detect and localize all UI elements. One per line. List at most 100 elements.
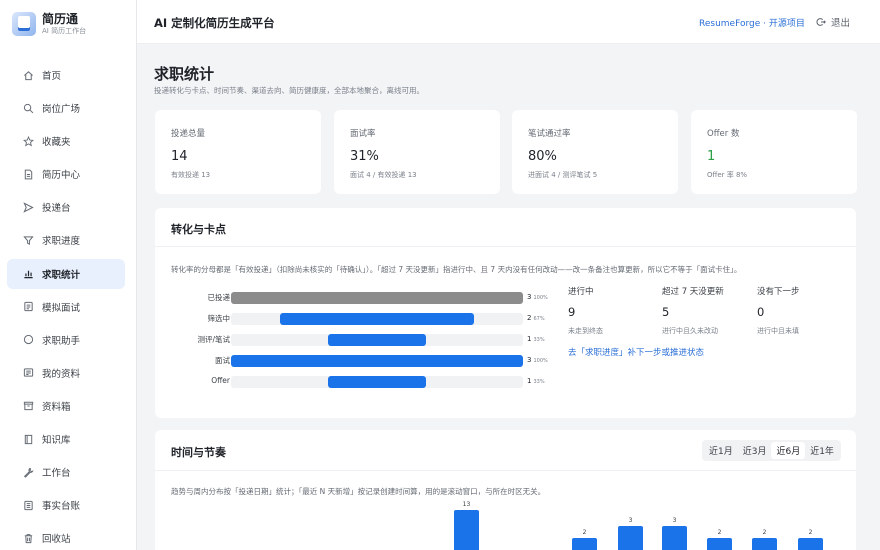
- sidebar-item-label: 收藏夹: [42, 137, 71, 149]
- app-title: AI 定制化简历生成平台: [154, 16, 275, 30]
- funnel-percent: 33%: [533, 379, 545, 385]
- funnel-row: 已投递 3 100%: [155, 290, 565, 306]
- search-icon: [23, 103, 34, 114]
- funnel-track: [231, 355, 523, 367]
- brand-subtitle: AI 简历工作台: [42, 27, 87, 35]
- funnel-track: [231, 376, 523, 388]
- funnel-percent: 100%: [533, 295, 548, 301]
- chat-icon: [23, 334, 34, 345]
- sidebar-item-funnel[interactable]: 求职进度: [7, 225, 125, 255]
- sidebar-item-send[interactable]: 投递台: [7, 192, 125, 222]
- range-option[interactable]: 近1年: [805, 442, 839, 459]
- side-stat-in-progress: 进行中 9 未走到终态: [568, 285, 603, 336]
- send-icon: [23, 202, 34, 213]
- side-stat-label: 超过 7 天没更新: [662, 287, 724, 297]
- sidebar-item-trash[interactable]: 回收站: [7, 523, 125, 550]
- sidebar-item-label: 求职统计: [42, 269, 81, 281]
- sidebar-nav: 首页岗位广场收藏夹简历中心投递台求职进度求职统计模拟面试求职助手我的资料 资料箱知…: [7, 60, 125, 550]
- profile-icon: [23, 367, 34, 378]
- funnel-count: 1 33%: [527, 377, 545, 385]
- trash-icon: [23, 533, 34, 544]
- funnel-stage-label: 已投递: [207, 293, 231, 302]
- stat-label: 投递总量: [171, 129, 206, 139]
- funnel-count-value: 1: [527, 377, 532, 385]
- stat-note: Offer 率 8%: [707, 171, 748, 179]
- sidebar-item-document[interactable]: 简历中心: [7, 159, 125, 189]
- sidebar-item-profile[interactable]: 我的资料: [7, 358, 125, 388]
- star-icon: [23, 135, 34, 147]
- sidebar-item-star[interactable]: 收藏夹: [7, 126, 125, 156]
- sidebar-item-label: 求职助手: [42, 335, 81, 347]
- stat-card-total: 投递总量 14 有效投递 13: [155, 110, 321, 194]
- funnel-row: 测评/笔试 1 33%: [155, 332, 565, 348]
- funnel-track: [231, 292, 523, 304]
- trend-bar: [618, 526, 643, 550]
- funnel-count: 2 67%: [527, 314, 545, 322]
- sidebar-item-label: 模拟面试: [42, 302, 81, 314]
- sidebar-item-label: 知识库: [42, 435, 71, 447]
- trend-bar: [454, 510, 479, 550]
- stat-label: 面试率: [350, 129, 376, 139]
- sidebar-item-chat[interactable]: 求职助手: [7, 325, 125, 355]
- funnel-count: 3 100%: [527, 356, 548, 364]
- sidebar-item-tool[interactable]: 工作台: [7, 457, 125, 487]
- funnel-icon: [23, 235, 34, 246]
- brand[interactable]: 简历通 AI 简历工作台: [12, 12, 86, 36]
- go-to-progress-link[interactable]: 去「求职进度」补下一步或推进状态: [568, 346, 704, 358]
- funnel-stage-label: Offer: [211, 376, 230, 385]
- divider: [155, 470, 856, 471]
- sidebar-item-book[interactable]: 知识库: [7, 424, 125, 454]
- funnel-count-value: 3: [527, 293, 532, 301]
- trend-bar: [798, 538, 823, 550]
- funnel-count-value: 2: [527, 314, 532, 322]
- trend-bar-label: 3: [628, 517, 633, 524]
- funnel-track: [231, 313, 523, 325]
- side-stat-note: 进行中且久未改动: [662, 327, 718, 335]
- stat-value: 14: [171, 149, 188, 164]
- logout-button[interactable]: 退出: [816, 15, 850, 29]
- range-option[interactable]: 近3月: [738, 442, 772, 459]
- divider: [155, 246, 856, 247]
- ledger-icon: [23, 500, 34, 511]
- funnel-count-value: 1: [527, 335, 532, 343]
- sidebar-item-label: 投递台: [42, 203, 71, 215]
- stat-label: 笔试通过率: [528, 129, 571, 139]
- funnel-bar: [231, 355, 523, 367]
- funnel-count-value: 3: [527, 356, 532, 364]
- trend-bar-label: 2: [808, 529, 813, 536]
- trend-bar-chart: 13 2 3 3 2 2 2: [155, 500, 856, 550]
- sidebar-item-box[interactable]: 资料箱: [7, 391, 125, 421]
- stat-card-offer: Offer 数 1 Offer 率 8%: [691, 110, 857, 194]
- sidebar-item-search[interactable]: 岗位广场: [7, 93, 125, 123]
- side-stat-note: 未走到终态: [568, 327, 603, 335]
- stat-value: 31%: [350, 149, 379, 164]
- funnel-stage-label: 面试: [215, 356, 230, 365]
- sidebar-item-interview[interactable]: 模拟面试: [7, 292, 125, 322]
- funnel-percent: 100%: [533, 358, 548, 364]
- trend-bar: [752, 538, 777, 550]
- stat-note: 有效投递 13: [171, 171, 211, 179]
- sidebar-item-label: 回收站: [42, 534, 71, 546]
- sidebar-item-bar-chart[interactable]: 求职统计: [7, 258, 125, 289]
- stat-note: 面试 4 / 有效投递 13: [350, 171, 417, 179]
- trend-bar: [662, 526, 687, 550]
- sidebar-item-home[interactable]: 首页: [7, 60, 125, 90]
- sidebar-item-label: 首页: [42, 71, 62, 82]
- tool-icon: [23, 467, 34, 478]
- interview-icon: [23, 301, 34, 312]
- funnel-bar: [279, 313, 475, 325]
- trend-bar-label: 3: [672, 517, 677, 524]
- side-stat-value: 5: [662, 305, 670, 319]
- stat-card-test-pass-rate: 笔试通过率 80% 进面试 4 / 测评笔试 5: [512, 110, 678, 194]
- range-option[interactable]: 近6月: [771, 442, 806, 459]
- sidebar-item-ledger[interactable]: 事实台账: [7, 490, 125, 520]
- open-source-link[interactable]: ResumeForge · 开源项目: [699, 16, 805, 29]
- trend-bar: [572, 538, 597, 550]
- range-option[interactable]: 近1月: [704, 442, 738, 459]
- side-stat-value: 9: [568, 305, 576, 319]
- sidebar: 简历通 AI 简历工作台 首页岗位广场收藏夹简历中心投递台求职进度求职统计模拟面…: [0, 0, 137, 550]
- sidebar-item-label: 事实台账: [42, 501, 81, 513]
- book-icon: [23, 434, 34, 445]
- document-icon: [23, 169, 34, 180]
- funnel-bar: [231, 292, 523, 304]
